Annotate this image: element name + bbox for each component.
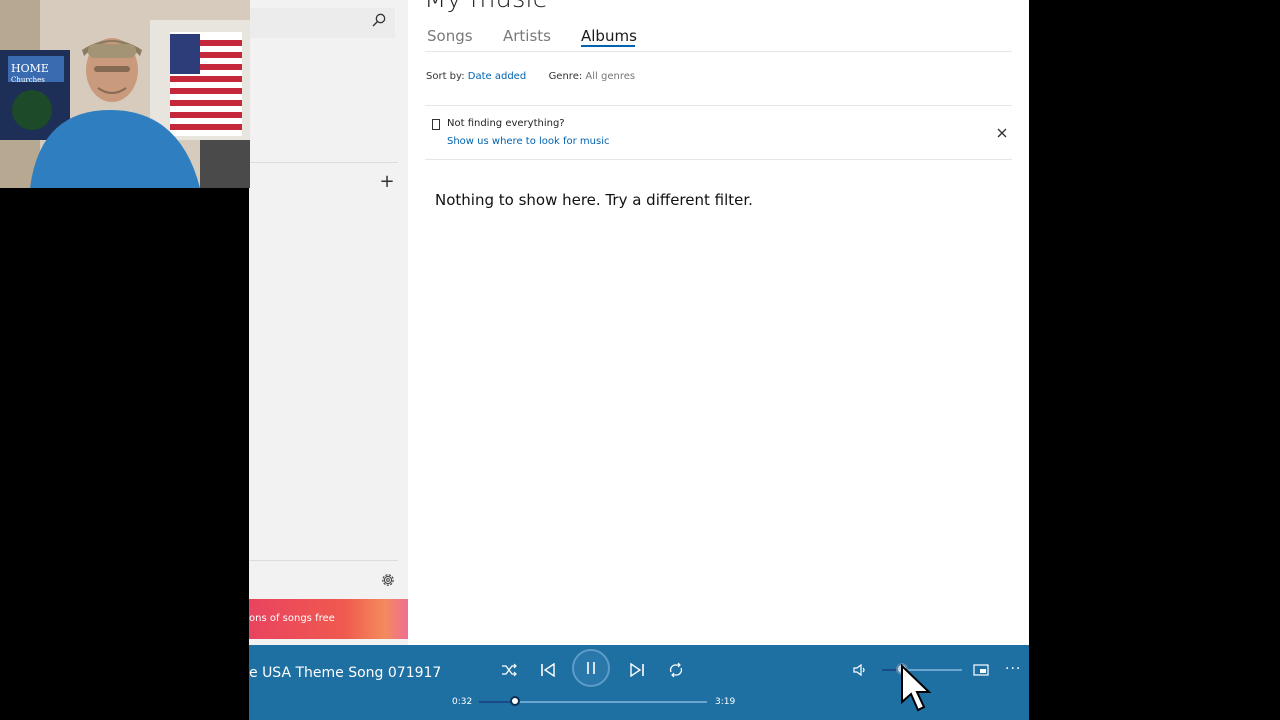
tabs-divider: [425, 51, 1012, 52]
sidebar-divider-bottom: [249, 560, 398, 561]
next-icon[interactable]: [626, 659, 648, 681]
volume-icon[interactable]: [849, 659, 871, 681]
main-content: My music Songs Artists Albums Sort by: D…: [408, 0, 1029, 645]
seek-thumb[interactable]: [510, 696, 521, 706]
close-icon[interactable]: [995, 126, 1009, 140]
page-title: My music: [424, 0, 547, 14]
repeat-icon[interactable]: [665, 659, 687, 681]
search-icon[interactable]: [371, 12, 387, 28]
previous-icon[interactable]: [537, 659, 559, 681]
seek-bar[interactable]: [479, 696, 707, 706]
notice-title: Not finding everything?: [447, 118, 565, 129]
tab-albums[interactable]: Albums: [581, 27, 637, 45]
pause-button[interactable]: [572, 649, 610, 687]
plus-icon[interactable]: +: [377, 172, 397, 192]
promo-text: ons of songs free: [249, 613, 335, 624]
svg-text:Churches: Churches: [11, 76, 45, 84]
tab-artists[interactable]: Artists: [503, 27, 551, 45]
sidebar: + ons of songs free: [249, 0, 408, 645]
duration-time: 3:19: [715, 697, 736, 707]
notice-divider-top: [425, 105, 1012, 106]
device-icon: [432, 119, 440, 130]
shuffle-icon[interactable]: [498, 659, 520, 681]
webcam-video: HOME Churches: [0, 0, 250, 188]
music-app-window: + ons of songs free My music Songs Artis…: [249, 0, 1029, 720]
sort-label: Sort by:: [426, 71, 465, 82]
webcam-overlay: HOME Churches: [0, 0, 250, 188]
gear-icon[interactable]: [379, 571, 397, 589]
mini-view-icon[interactable]: [970, 659, 992, 681]
filter-row: Sort by: Date added Genre: All genres: [426, 71, 635, 82]
notice-link[interactable]: Show us where to look for music: [447, 136, 609, 147]
sort-dropdown[interactable]: Date added: [468, 71, 526, 82]
mouse-cursor: [901, 664, 932, 712]
promo-banner[interactable]: ons of songs free: [249, 599, 408, 639]
notice-divider-bottom: [425, 159, 1012, 160]
webcam-sign-text: HOME: [11, 62, 49, 75]
elapsed-time: 0:32: [452, 697, 473, 707]
sidebar-divider: [249, 162, 398, 163]
genre-label: Genre:: [548, 71, 583, 82]
genre-dropdown[interactable]: All genres: [585, 71, 635, 82]
tab-songs[interactable]: Songs: [427, 27, 473, 45]
pause-icon: [587, 662, 595, 674]
empty-state-message: Nothing to show here. Try a different fi…: [435, 191, 753, 209]
now-playing-title[interactable]: e USA Theme Song 071917: [249, 665, 441, 681]
active-tab-indicator: [581, 45, 635, 47]
more-icon[interactable]: ···: [1005, 661, 1021, 677]
